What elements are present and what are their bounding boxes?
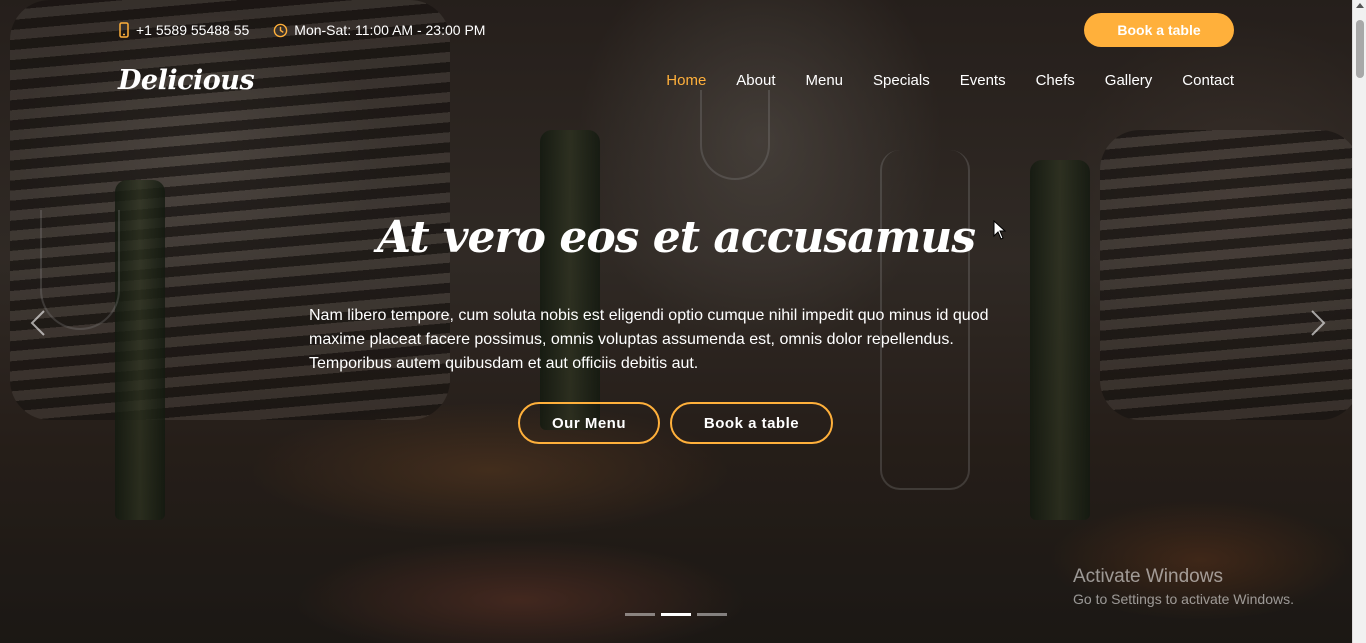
chevron-left-icon: [30, 310, 45, 336]
windows-activation-watermark: Activate Windows Go to Settings to activ…: [1073, 566, 1294, 607]
topbar: +1 5589 55488 55 Mon-Sat: 11:00 AM - 23:…: [118, 13, 1234, 47]
carousel-next-button[interactable]: [1298, 305, 1334, 341]
nav-item-about[interactable]: About: [736, 72, 775, 89]
book-table-top-button[interactable]: Book a table: [1084, 13, 1234, 47]
mouse-cursor-icon: [993, 220, 1007, 240]
clock-icon: [273, 23, 288, 37]
contact-hours: Mon-Sat: 11:00 AM - 23:00 PM: [273, 22, 485, 38]
navbar: Delicious Home About Menu Specials Event…: [118, 60, 1234, 100]
watermark-subtitle: Go to Settings to activate Windows.: [1073, 591, 1294, 607]
chevron-right-icon: [1311, 310, 1326, 336]
hero-title: At vero eos et accusamus: [376, 212, 976, 263]
nav-item-specials[interactable]: Specials: [873, 72, 930, 89]
nav-item-home[interactable]: Home: [666, 72, 706, 89]
logo[interactable]: Delicious: [118, 65, 255, 96]
nav-item-chefs[interactable]: Chefs: [1036, 72, 1075, 89]
carousel-indicators: [625, 613, 733, 616]
our-menu-button[interactable]: Our Menu: [518, 402, 660, 444]
carousel-indicator[interactable]: [697, 613, 727, 616]
scroll-up-arrow-icon[interactable]: [1356, 3, 1364, 8]
nav-item-menu[interactable]: Menu: [806, 72, 844, 89]
carousel-indicator[interactable]: [625, 613, 655, 616]
scroll-thumb[interactable]: [1356, 20, 1364, 78]
contact-phone: +1 5589 55488 55: [118, 22, 249, 38]
nav-item-contact[interactable]: Contact: [1182, 72, 1234, 89]
nav-item-gallery[interactable]: Gallery: [1105, 72, 1153, 89]
watermark-title: Activate Windows: [1073, 566, 1223, 587]
opening-hours: Mon-Sat: 11:00 AM - 23:00 PM: [294, 22, 486, 38]
book-table-hero-button[interactable]: Book a table: [670, 402, 833, 444]
hero-buttons: Our Menu Book a table: [518, 402, 833, 444]
phone-icon: [119, 22, 129, 38]
main-nav: Home About Menu Specials Events Chefs Ga…: [636, 72, 1234, 89]
phone-number: +1 5589 55488 55: [136, 22, 250, 38]
carousel-prev-button[interactable]: [22, 305, 58, 341]
nav-item-events[interactable]: Events: [960, 72, 1006, 89]
vertical-scrollbar[interactable]: [1352, 0, 1366, 643]
carousel-indicator-active[interactable]: [661, 613, 691, 616]
hero-description: Nam libero tempore, cum soluta nobis est…: [309, 307, 989, 372]
